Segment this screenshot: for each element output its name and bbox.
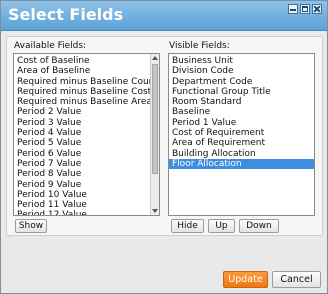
available-fields-list[interactable]: Cost of Baseline Area of Baseline Required… [13, 53, 160, 216]
list-item[interactable]: Baseline [169, 107, 314, 117]
list-item[interactable]: Period 12 Value [14, 210, 159, 215]
scroll-down-arrow-icon[interactable] [152, 209, 158, 213]
list-item[interactable]: Period 8 Value [14, 169, 159, 179]
dialog-title-bar[interactable]: Select Fields [1, 1, 327, 31]
list-item[interactable]: Building Allocation [169, 149, 314, 159]
update-button[interactable]: Update [223, 271, 268, 288]
list-item[interactable]: Period 5 Value [14, 138, 159, 148]
list-item[interactable]: Period 1 Value [169, 118, 314, 128]
list-item[interactable]: Period 10 Value [14, 190, 159, 200]
list-item[interactable]: Period 6 Value [14, 149, 159, 159]
list-item[interactable]: Area of Baseline [14, 66, 159, 76]
close-icon[interactable] [312, 4, 322, 14]
minimize-icon[interactable] [288, 4, 298, 14]
up-button[interactable]: Up [208, 219, 235, 233]
scroll-up-arrow-icon[interactable] [152, 56, 158, 60]
list-item[interactable]: Cost of Requirement [169, 128, 314, 138]
maximize-icon[interactable] [300, 4, 310, 14]
list-item[interactable]: Cost of Baseline [14, 56, 159, 66]
list-item[interactable]: Period 9 Value [14, 180, 159, 190]
dialog-body: Available Fields: Cost of Baseline Area o… [6, 36, 323, 236]
list-item[interactable]: Functional Group Title [169, 87, 314, 97]
list-item[interactable]: Period 3 Value [14, 118, 159, 128]
hide-button[interactable]: Hide [171, 219, 204, 233]
down-button[interactable]: Down [239, 219, 279, 233]
list-item[interactable]: Required minus Baseline Cost [14, 87, 159, 97]
show-button[interactable]: Show [15, 219, 47, 233]
list-item[interactable]: Required minus Baseline Area [14, 97, 159, 107]
list-item[interactable]: Period 4 Value [14, 128, 159, 138]
list-item[interactable]: Room Standard [169, 97, 314, 107]
visible-fields-label: Visible Fields: [169, 41, 230, 51]
available-fields-label: Available Fields: [14, 41, 87, 51]
select-fields-dialog: Select Fields Available Fields: Cost of … [0, 0, 328, 294]
list-item[interactable]: Required minus Baseline Count [14, 77, 159, 87]
window-controls [288, 4, 322, 14]
dialog-title: Select Fields [8, 5, 124, 24]
list-item[interactable]: Period 7 Value [14, 159, 159, 169]
visible-fields-list[interactable]: Business Unit Division Code Department Cod… [168, 53, 315, 216]
list-item[interactable]: Division Code [169, 66, 314, 76]
cancel-button[interactable]: Cancel [272, 271, 321, 288]
list-item[interactable]: Business Unit [169, 56, 314, 66]
list-item[interactable]: Department Code [169, 77, 314, 87]
scrollbar-thumb[interactable] [152, 64, 158, 174]
list-item[interactable]: Floor Allocation [169, 158, 314, 170]
list-item[interactable]: Period 11 Value [14, 200, 159, 210]
list-item[interactable]: Period 2 Value [14, 107, 159, 117]
available-scrollbar[interactable] [150, 54, 159, 215]
list-item[interactable]: Area of Requirement [169, 138, 314, 148]
